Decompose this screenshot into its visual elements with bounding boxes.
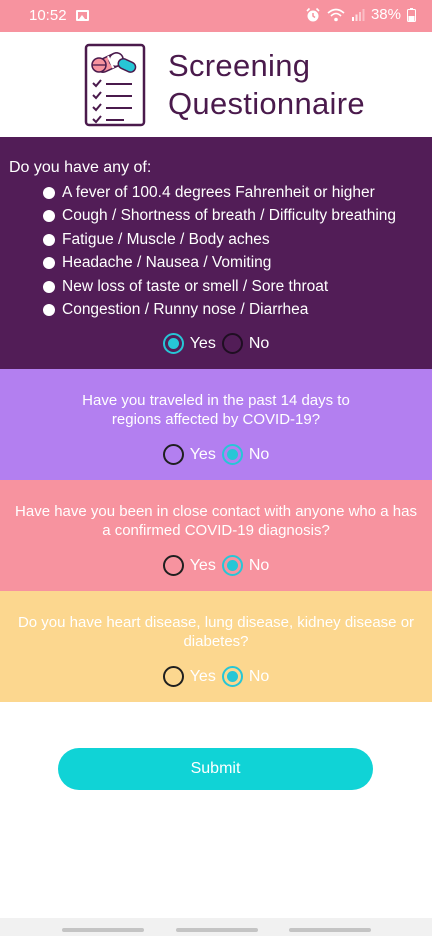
disease-question: Do you have heart disease, lung disease,… <box>0 613 432 651</box>
bullet-icon <box>43 186 55 199</box>
disease-yes-label[interactable]: Yes <box>190 668 216 686</box>
contact-no-option[interactable]: No <box>221 555 269 576</box>
disease-yes-option[interactable]: Yes <box>162 666 216 687</box>
wifi-icon <box>327 8 345 21</box>
list-item: Cough / Shortness of breath / Difficulty… <box>43 205 396 229</box>
symptoms-no-radio[interactable] <box>221 333 243 354</box>
list-item: Headache / Nausea / Vomiting <box>43 252 396 276</box>
gallery-icon <box>76 10 89 21</box>
symptom-label: New loss of taste or smell / Sore throat <box>62 277 329 295</box>
list-item: Fatigue / Muscle / Body aches <box>43 228 396 252</box>
navigation-bar <box>0 918 432 936</box>
travel-no-option[interactable]: No <box>221 444 269 465</box>
battery-percent: 38% <box>370 6 401 23</box>
symptoms-section: Do you have any of: A fever of 100.4 deg… <box>0 137 432 369</box>
submit-button[interactable]: Submit <box>58 748 373 790</box>
page-title: Screening Questionnaire <box>168 47 365 123</box>
bullet-icon <box>43 233 55 246</box>
travel-question-line-1: Have you traveled in the past 14 days to <box>82 392 350 409</box>
symptoms-question: Do you have any of: <box>9 159 152 176</box>
travel-question: Have you traveled in the past 14 days to… <box>0 391 432 429</box>
signal-icon <box>351 9 365 21</box>
disease-question-line-2: diabetes? <box>183 633 249 650</box>
symptoms-radio-group: Yes No <box>0 333 432 354</box>
contact-question-line-1: Have have you been in close contact with… <box>15 503 417 520</box>
symptom-label: Congestion / Runny nose / Diarrhea <box>62 301 309 319</box>
bullet-icon <box>43 257 55 270</box>
symptom-label: Cough / Shortness of breath / Difficulty… <box>62 207 397 225</box>
contact-section: Have have you been in close contact with… <box>0 480 432 591</box>
disease-radio-group: Yes No <box>0 666 432 687</box>
travel-no-label[interactable]: No <box>249 446 269 464</box>
symptoms-yes-label[interactable]: Yes <box>190 335 216 353</box>
status-icons: 38% <box>305 6 416 23</box>
list-item: Congestion / Runny nose / Diarrhea <box>43 299 396 323</box>
list-item: A fever of 100.4 degrees Fahrenheit or h… <box>43 181 396 205</box>
travel-section: Have you traveled in the past 14 days to… <box>0 369 432 480</box>
status-time: 10:52 <box>29 7 67 24</box>
symptoms-list: A fever of 100.4 degrees Fahrenheit or h… <box>43 181 396 322</box>
disease-yes-radio[interactable] <box>162 666 184 687</box>
status-bar: 10:52 38% <box>0 0 432 32</box>
title-line-1: Screening <box>168 48 311 83</box>
bullet-icon <box>43 210 55 223</box>
travel-yes-option[interactable]: Yes <box>162 444 216 465</box>
clipboard-pills-icon <box>84 43 146 127</box>
alarm-icon <box>306 7 320 21</box>
bullet-icon <box>43 304 55 317</box>
disease-no-radio[interactable] <box>221 666 243 687</box>
contact-question: Have have you been in close contact with… <box>0 502 432 540</box>
travel-no-radio[interactable] <box>221 444 243 465</box>
bullet-icon <box>43 280 55 293</box>
symptom-label: Fatigue / Muscle / Body aches <box>62 230 270 248</box>
symptom-label: Headache / Nausea / Vomiting <box>62 254 272 272</box>
list-item: New loss of taste or smell / Sore throat <box>43 275 396 299</box>
contact-yes-radio[interactable] <box>162 555 184 576</box>
symptom-label: A fever of 100.4 degrees Fahrenheit or h… <box>62 183 375 201</box>
symptoms-no-label[interactable]: No <box>249 335 269 353</box>
nav-back[interactable] <box>289 928 371 932</box>
travel-question-line-2: regions affected by COVID-19? <box>111 411 321 428</box>
battery-icon <box>407 7 416 22</box>
disease-question-line-1: Do you have heart disease, lung disease,… <box>17 614 415 631</box>
disease-no-option[interactable]: No <box>221 666 269 687</box>
contact-question-line-2: a confirmed COVID-19 diagnosis? <box>102 522 330 539</box>
app-header: Screening Questionnaire <box>0 32 432 137</box>
symptoms-no-option[interactable]: No <box>221 333 269 354</box>
contact-yes-option[interactable]: Yes <box>162 555 216 576</box>
symptoms-yes-radio[interactable] <box>162 333 184 354</box>
contact-yes-label[interactable]: Yes <box>190 557 216 575</box>
symptoms-yes-option[interactable]: Yes <box>162 333 216 354</box>
disease-section: Do you have heart disease, lung disease,… <box>0 591 432 702</box>
title-line-2: Questionnaire <box>168 86 365 121</box>
contact-radio-group: Yes No <box>0 555 432 576</box>
travel-yes-label[interactable]: Yes <box>190 446 216 464</box>
contact-no-label[interactable]: No <box>249 557 269 575</box>
contact-no-radio[interactable] <box>221 555 243 576</box>
travel-radio-group: Yes No <box>0 444 432 465</box>
disease-no-label[interactable]: No <box>249 668 269 686</box>
travel-yes-radio[interactable] <box>162 444 184 465</box>
nav-home[interactable] <box>176 928 258 932</box>
nav-recent-apps[interactable] <box>62 928 144 932</box>
